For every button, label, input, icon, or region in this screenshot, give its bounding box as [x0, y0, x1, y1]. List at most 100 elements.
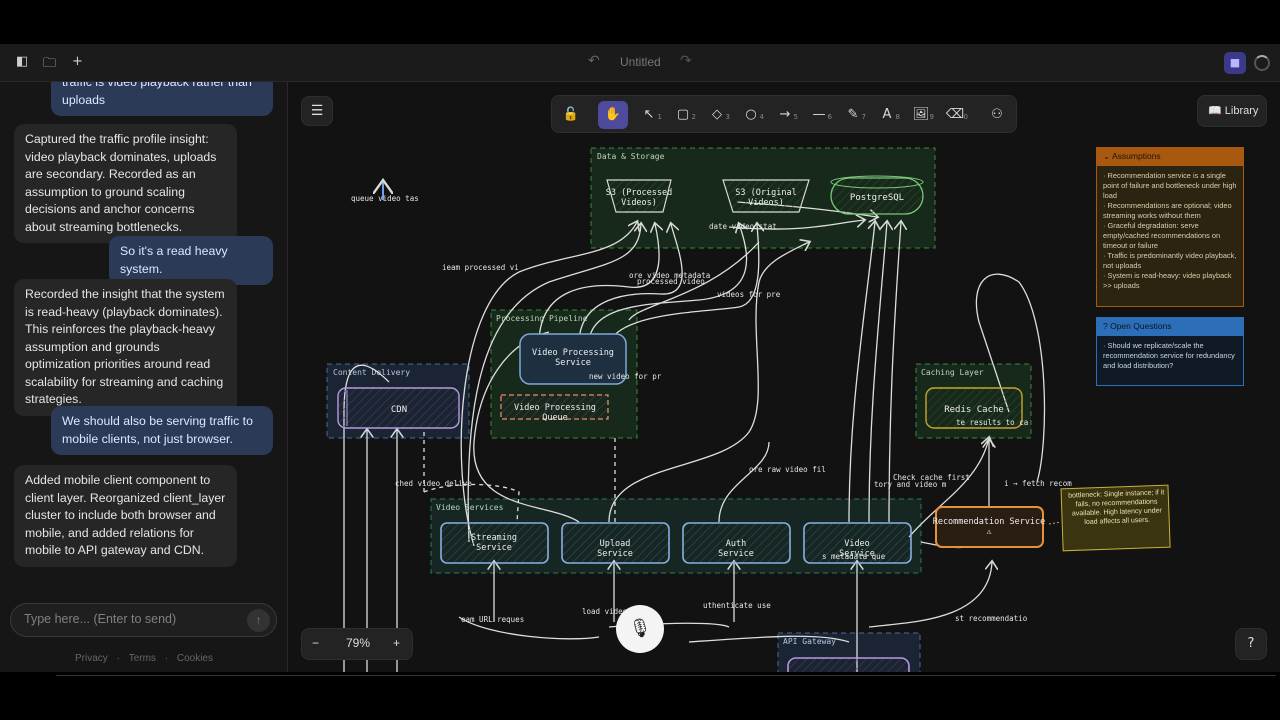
edge-label: ieam processed vi	[442, 263, 519, 272]
edge-label: processed video	[637, 277, 705, 286]
edge-label: ore raw video fil	[749, 465, 826, 474]
open-questions-title: Open Questions	[1110, 321, 1172, 331]
video-icon[interactable]: ■	[1224, 52, 1246, 74]
edge-label: s metadata que	[822, 552, 886, 561]
cluster-label: Video Services	[436, 503, 504, 512]
chat-message-text: Added mobile client component to client …	[25, 473, 226, 557]
question-item: · Should we replicate/scale the recommen…	[1103, 341, 1235, 370]
chat-message-user: traffic is video playback rather than up…	[51, 82, 273, 116]
send-button[interactable]: ↑	[247, 609, 270, 632]
hand-tool[interactable]: ✋	[598, 101, 628, 129]
plus-icon[interactable]: +	[72, 54, 83, 69]
select-tool[interactable]: ↖ 1	[634, 101, 664, 129]
edge-label: queue video tas	[351, 194, 419, 203]
node-upload-service[interactable]: Upload Service	[561, 522, 670, 564]
eraser-icon: ⌫	[945, 107, 965, 122]
open-questions-panel[interactable]: ? Open Questions · Should we replicate/s…	[1096, 317, 1244, 386]
folder-icon[interactable]: 🗀	[43, 54, 56, 76]
arrow-tool[interactable]: → 5	[770, 101, 800, 129]
node-label: CDN	[391, 405, 407, 415]
node-label: Redis Cache	[944, 405, 1004, 415]
zoom-in-button[interactable]: +	[393, 636, 400, 650]
chat-message-bot: Captured the traffic profile insight: vi…	[14, 124, 237, 243]
zoom-level[interactable]: 79%	[346, 636, 370, 650]
node-s3-original[interactable]: S3 (Original Videos)	[722, 179, 810, 213]
draw-tool[interactable]: ✎ 7	[838, 101, 868, 129]
node-api-gateway[interactable]	[787, 657, 910, 672]
line-icon: —	[812, 107, 826, 122]
node-postgresql[interactable]: PostgreSQL	[830, 175, 924, 215]
cluster-label: Caching Layer	[921, 368, 984, 377]
node-label: Upload Service	[597, 539, 633, 559]
library-label: Library	[1224, 105, 1259, 117]
chat-message-bot: Recorded the insight that the system is …	[14, 279, 237, 416]
assumption-item-text: Graceful degradation: serve empty/cached…	[1103, 221, 1221, 250]
hamburger-icon: ☰	[310, 103, 324, 119]
cookies-link[interactable]: Cookies	[177, 653, 213, 664]
ellipse-tool[interactable]: ○ 4	[736, 101, 766, 129]
edge-label: st recommendatio	[955, 614, 1028, 623]
edge-label: uthenticate use	[703, 601, 771, 610]
extras-tool[interactable]: ⚇	[982, 101, 1012, 129]
chat-footer: Privacy · Terms · Cookies	[0, 653, 287, 664]
assumption-item: · Recommendation service is a single poi…	[1103, 171, 1237, 200]
assumptions-panel[interactable]: ⌄ Assumptions · Recommendation service i…	[1096, 147, 1244, 307]
shortcut-key: 3	[725, 113, 730, 121]
chat-input-box[interactable]: ↑	[10, 603, 277, 637]
node-video-processing-queue[interactable]: Video Processing Queue	[500, 394, 609, 423]
shapes-icon: ⚇	[991, 107, 1003, 122]
chat-message-user: So it's a read heavy system.	[109, 236, 273, 285]
shortcut-key: 2	[691, 113, 696, 121]
line-tool[interactable]: —6	[804, 101, 834, 129]
shortcut-key: 8	[895, 113, 900, 121]
node-cdn[interactable]: CDN	[337, 387, 460, 429]
app-window: ◧ 🗀 + ↶ Untitled ↷ ■ traffic is video pl…	[0, 44, 1280, 672]
assumption-item-text: Recommendations are optional; video stre…	[1103, 201, 1232, 220]
open-questions-list: · Should we replicate/scale the recommen…	[1097, 336, 1243, 376]
diamond-tool[interactable]: ◇ 3	[702, 101, 732, 129]
text-icon: A	[882, 107, 892, 122]
image-tool[interactable]: 🖼 9	[906, 101, 936, 129]
image-icon: 🖼	[912, 107, 930, 122]
chat-message-text: So it's a read heavy system.	[120, 244, 228, 276]
whiteboard-canvas[interactable]: Data & Storage Processing Pipeline Conte…	[289, 82, 1280, 672]
redo-icon[interactable]: ↷	[680, 53, 692, 69]
undo-icon[interactable]: ↶	[588, 53, 600, 69]
edge-label: tory and video m	[874, 480, 947, 489]
arrow-up-icon: ↑	[255, 613, 262, 627]
edge-label: ched video delive	[395, 479, 472, 488]
chevron-down-icon: ⌄	[1103, 151, 1113, 161]
node-auth-service[interactable]: Auth Service	[682, 522, 791, 564]
chat-message-text: We should also be serving traffic to mob…	[62, 414, 253, 446]
chat-message-text: Recorded the insight that the system is …	[25, 287, 225, 406]
sidebar-toggle-icon[interactable]: ◧	[16, 54, 28, 69]
terms-link[interactable]: Terms	[129, 653, 156, 664]
edge-label: videos for pre	[717, 290, 781, 299]
zoom-out-button[interactable]: −	[312, 636, 319, 650]
shortcut-key: 4	[759, 113, 764, 121]
library-button[interactable]: 📖 Library	[1197, 95, 1267, 127]
window-bottom-edge	[56, 675, 1276, 676]
eraser-tool[interactable]: ⌫ 0	[940, 101, 970, 129]
microphone-button[interactable]: 🎙	[616, 605, 664, 653]
pencil-icon: ✎	[847, 107, 859, 122]
lock-tool[interactable]: 🔓	[556, 101, 586, 129]
assumptions-list: · Recommendation service is a single poi…	[1097, 166, 1243, 296]
text-tool[interactable]: A8	[872, 101, 902, 129]
chat-message-bot: Added mobile client component to client …	[14, 465, 237, 567]
bottleneck-note[interactable]: bottleneck: Single instance; if it fails…	[1048, 484, 1171, 552]
menu-button[interactable]: ☰	[301, 96, 333, 126]
node-s3-processed[interactable]: S3 (Processed Videos)	[606, 179, 673, 213]
help-button[interactable]: ?	[1235, 628, 1267, 660]
edge-label: date video stat	[709, 222, 777, 231]
edge-label: new video for pr	[589, 372, 662, 381]
top-bar: ◧ 🗀 + ↶ Untitled ↷ ■	[0, 44, 1280, 82]
node-recommendation-service[interactable]: Recommendation Service ⚠	[933, 506, 1046, 548]
chat-input[interactable]	[24, 612, 239, 626]
node-streaming-service[interactable]: Streaming Service	[440, 522, 549, 564]
shortcut-key: 0	[963, 113, 968, 121]
chat-message-text: Captured the traffic profile insight: vi…	[25, 132, 217, 234]
document-title[interactable]: Untitled	[620, 55, 661, 69]
privacy-link[interactable]: Privacy	[75, 653, 108, 664]
rectangle-tool[interactable]: ▢ 2	[668, 101, 698, 129]
